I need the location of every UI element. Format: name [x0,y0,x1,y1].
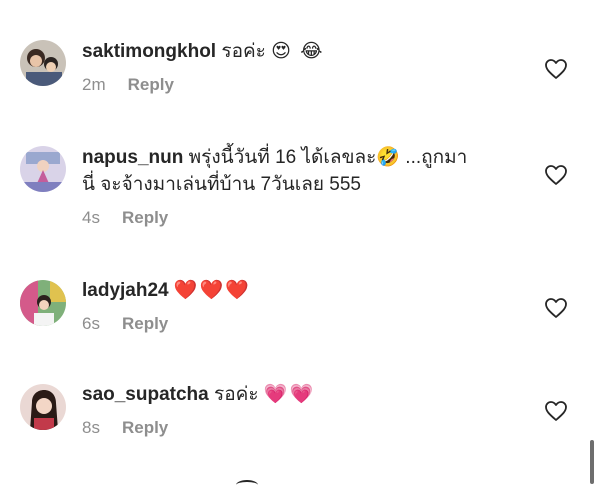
username-link[interactable]: ladyjah24 [82,280,169,301]
comment-message-continued: นี่ จะจ้างมาเล่นที่บ้าน 7วันเลย 555 [82,174,361,195]
avatar[interactable] [20,280,66,326]
comment-text: ladyjah24 ❤️❤️❤️ [82,277,522,304]
scrollbar[interactable] [590,440,594,484]
comment-emojis: ❤️❤️❤️ [173,280,251,301]
timestamp: 8s [82,418,100,437]
user-avatar-icon [20,146,66,192]
user-avatar-icon [20,40,66,86]
reply-button[interactable]: Reply [128,75,174,95]
like-heart-icon[interactable] [544,297,568,319]
like-heart-icon[interactable] [544,164,568,186]
username-link[interactable]: sao_supatcha [82,384,209,405]
user-avatar-icon [20,280,66,326]
comment-message: รอค่ะ [221,41,266,62]
comment-text: napus_nun พรุ่งนี้วันที่ 16 ได้เลขละ🤣 ..… [82,144,522,171]
timestamp: 4s [82,208,100,227]
reply-button[interactable]: Reply [122,208,168,228]
like-heart-icon[interactable] [544,400,568,422]
like-heart-icon[interactable] [544,58,568,80]
comment-emojis: 😍 😂 [271,41,325,62]
next-comment-fragment [236,480,258,490]
comment-message: รอค่ะ [214,384,259,405]
avatar[interactable] [20,40,66,86]
comment-text: saktimongkhol รอค่ะ 😍 😂 [82,38,522,65]
reply-button[interactable]: Reply [122,418,168,438]
avatar[interactable] [20,146,66,192]
user-avatar-icon [20,384,66,430]
comment-text: sao_supatcha รอค่ะ 💗💗 [82,381,522,408]
comment-emojis: 💗💗 [263,384,316,405]
avatar[interactable] [20,384,66,430]
reply-button[interactable]: Reply [122,314,168,334]
timestamp: 2m [82,75,106,94]
comment-message: พรุ่งนี้วันที่ 16 ได้เลขละ🤣 ...ถูกมา [188,147,468,168]
username-link[interactable]: saktimongkhol [82,41,216,62]
timestamp: 6s [82,314,100,333]
username-link[interactable]: napus_nun [82,147,183,168]
